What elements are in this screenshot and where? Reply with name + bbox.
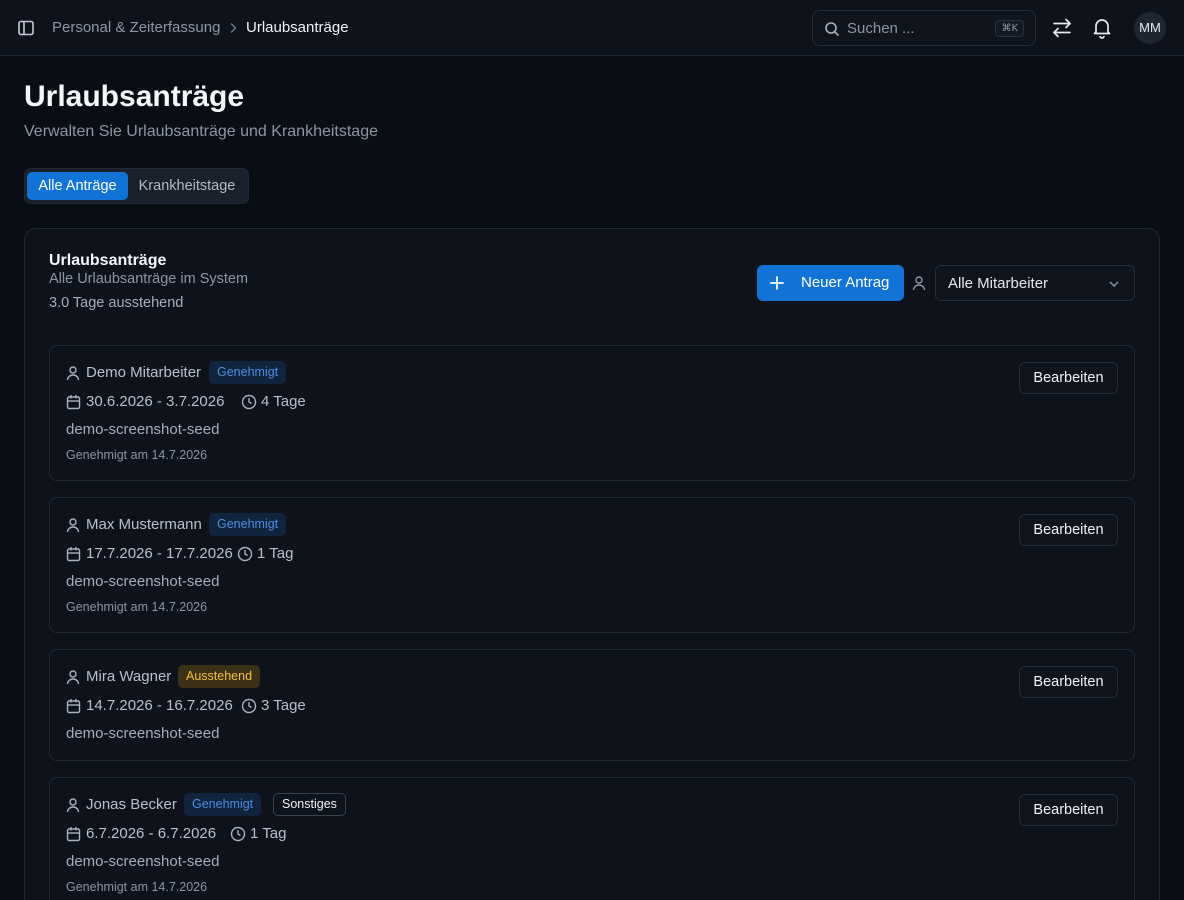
user-icon bbox=[66, 365, 80, 381]
new-request-label: Neuer Antrag bbox=[801, 274, 890, 291]
user-icon bbox=[912, 275, 926, 291]
card-title: Urlaubsanträge bbox=[49, 252, 167, 269]
approval-date: Genehmigt am 14.7.2026 bbox=[66, 600, 208, 614]
calendar-icon bbox=[66, 698, 81, 714]
search-input[interactable]: Suchen ... ⌘K bbox=[812, 10, 1036, 46]
approval-date: Genehmigt am 14.7.2026 bbox=[66, 448, 208, 462]
edit-button[interactable]: Bearbeiten bbox=[1019, 666, 1118, 698]
user-icon bbox=[66, 669, 80, 685]
date-range: 30.6.2026 - 3.7.2026 bbox=[86, 393, 225, 410]
calendar-icon bbox=[66, 546, 81, 562]
clock-icon bbox=[237, 546, 253, 562]
date-range: 17.7.2026 - 17.7.2026 bbox=[86, 545, 233, 562]
user-avatar[interactable]: MM bbox=[1134, 12, 1166, 44]
calendar-icon bbox=[66, 826, 81, 842]
request-reason: demo-screenshot-seed bbox=[66, 725, 220, 742]
switch-arrows-icon[interactable] bbox=[1051, 17, 1073, 39]
request-item: Max Mustermann Genehmigt 17.7.2026 - 17.… bbox=[49, 497, 1135, 633]
duration: 1 Tag bbox=[257, 545, 294, 562]
calendar-icon bbox=[66, 394, 81, 410]
request-item: Mira Wagner Ausstehend 14.7.2026 - 16.7.… bbox=[49, 649, 1135, 761]
status-badge: Genehmigt bbox=[209, 361, 287, 384]
duration: 3 Tage bbox=[261, 697, 306, 714]
top-bar: Personal & Zeiterfassung Urlaubsanträge … bbox=[0, 0, 1184, 56]
pending-summary: 3.0 Tage ausstehend bbox=[49, 295, 184, 311]
type-badge: Sonstiges bbox=[273, 793, 346, 816]
clock-icon bbox=[241, 698, 257, 714]
breadcrumb-parent[interactable]: Personal & Zeiterfassung bbox=[52, 19, 220, 36]
request-reason: demo-screenshot-seed bbox=[66, 853, 220, 870]
tab-sick-days[interactable]: Krankheitstage bbox=[128, 172, 246, 200]
tab-list: Alle Anträge Krankheitstage bbox=[24, 168, 249, 204]
card-description: Alle Urlaubsanträge im System bbox=[49, 271, 249, 287]
tab-all-requests[interactable]: Alle Anträge bbox=[27, 172, 128, 200]
page-subtitle: Verwalten Sie Urlaubsanträge und Krankhe… bbox=[24, 123, 378, 140]
status-badge: Genehmigt bbox=[184, 793, 262, 816]
date-range: 6.7.2026 - 6.7.2026 bbox=[86, 825, 217, 842]
edit-button[interactable]: Bearbeiten bbox=[1019, 794, 1118, 826]
user-icon bbox=[66, 797, 80, 813]
approval-date: Genehmigt am 14.7.2026 bbox=[66, 880, 208, 894]
request-item: Jonas Becker Genehmigt Sonstiges 6.7.202… bbox=[49, 777, 1135, 900]
edit-button[interactable]: Bearbeiten bbox=[1019, 514, 1118, 546]
employee-name: Mira Wagner bbox=[86, 668, 172, 685]
employee-filter-select[interactable]: Alle Mitarbeiter bbox=[935, 265, 1135, 301]
edit-button[interactable]: Bearbeiten bbox=[1019, 362, 1118, 394]
employee-name: Demo Mitarbeiter bbox=[86, 364, 202, 381]
status-badge: Ausstehend bbox=[178, 665, 261, 688]
user-icon bbox=[66, 517, 80, 533]
chevron-down-icon bbox=[1108, 279, 1120, 289]
requests-card: Urlaubsanträge Alle Urlaubsanträge im Sy… bbox=[24, 228, 1160, 900]
status-badge: Genehmigt bbox=[209, 513, 287, 536]
bell-icon[interactable] bbox=[1092, 17, 1112, 39]
chevron-right-icon bbox=[228, 22, 238, 34]
new-request-button[interactable]: Neuer Antrag bbox=[757, 265, 904, 301]
clock-icon bbox=[241, 394, 257, 410]
search-shortcut: ⌘K bbox=[995, 20, 1024, 37]
employee-name: Jonas Becker bbox=[86, 796, 177, 813]
clock-icon bbox=[230, 826, 246, 842]
breadcrumb-current: Urlaubsanträge bbox=[246, 19, 349, 36]
sidebar-toggle-icon[interactable] bbox=[17, 19, 35, 37]
search-icon bbox=[824, 21, 840, 37]
request-item: Demo Mitarbeiter Genehmigt 30.6.2026 - 3… bbox=[49, 345, 1135, 481]
employee-name: Max Mustermann bbox=[86, 516, 202, 533]
duration: 4 Tage bbox=[261, 393, 306, 410]
page-title: Urlaubsanträge bbox=[24, 80, 245, 113]
plus-icon bbox=[769, 275, 785, 291]
employee-filter-value: Alle Mitarbeiter bbox=[948, 275, 1049, 292]
request-reason: demo-screenshot-seed bbox=[66, 573, 220, 590]
request-reason: demo-screenshot-seed bbox=[66, 421, 220, 438]
search-placeholder: Suchen ... bbox=[847, 20, 915, 37]
date-range: 14.7.2026 - 16.7.2026 bbox=[86, 697, 233, 714]
duration: 1 Tag bbox=[250, 825, 287, 842]
